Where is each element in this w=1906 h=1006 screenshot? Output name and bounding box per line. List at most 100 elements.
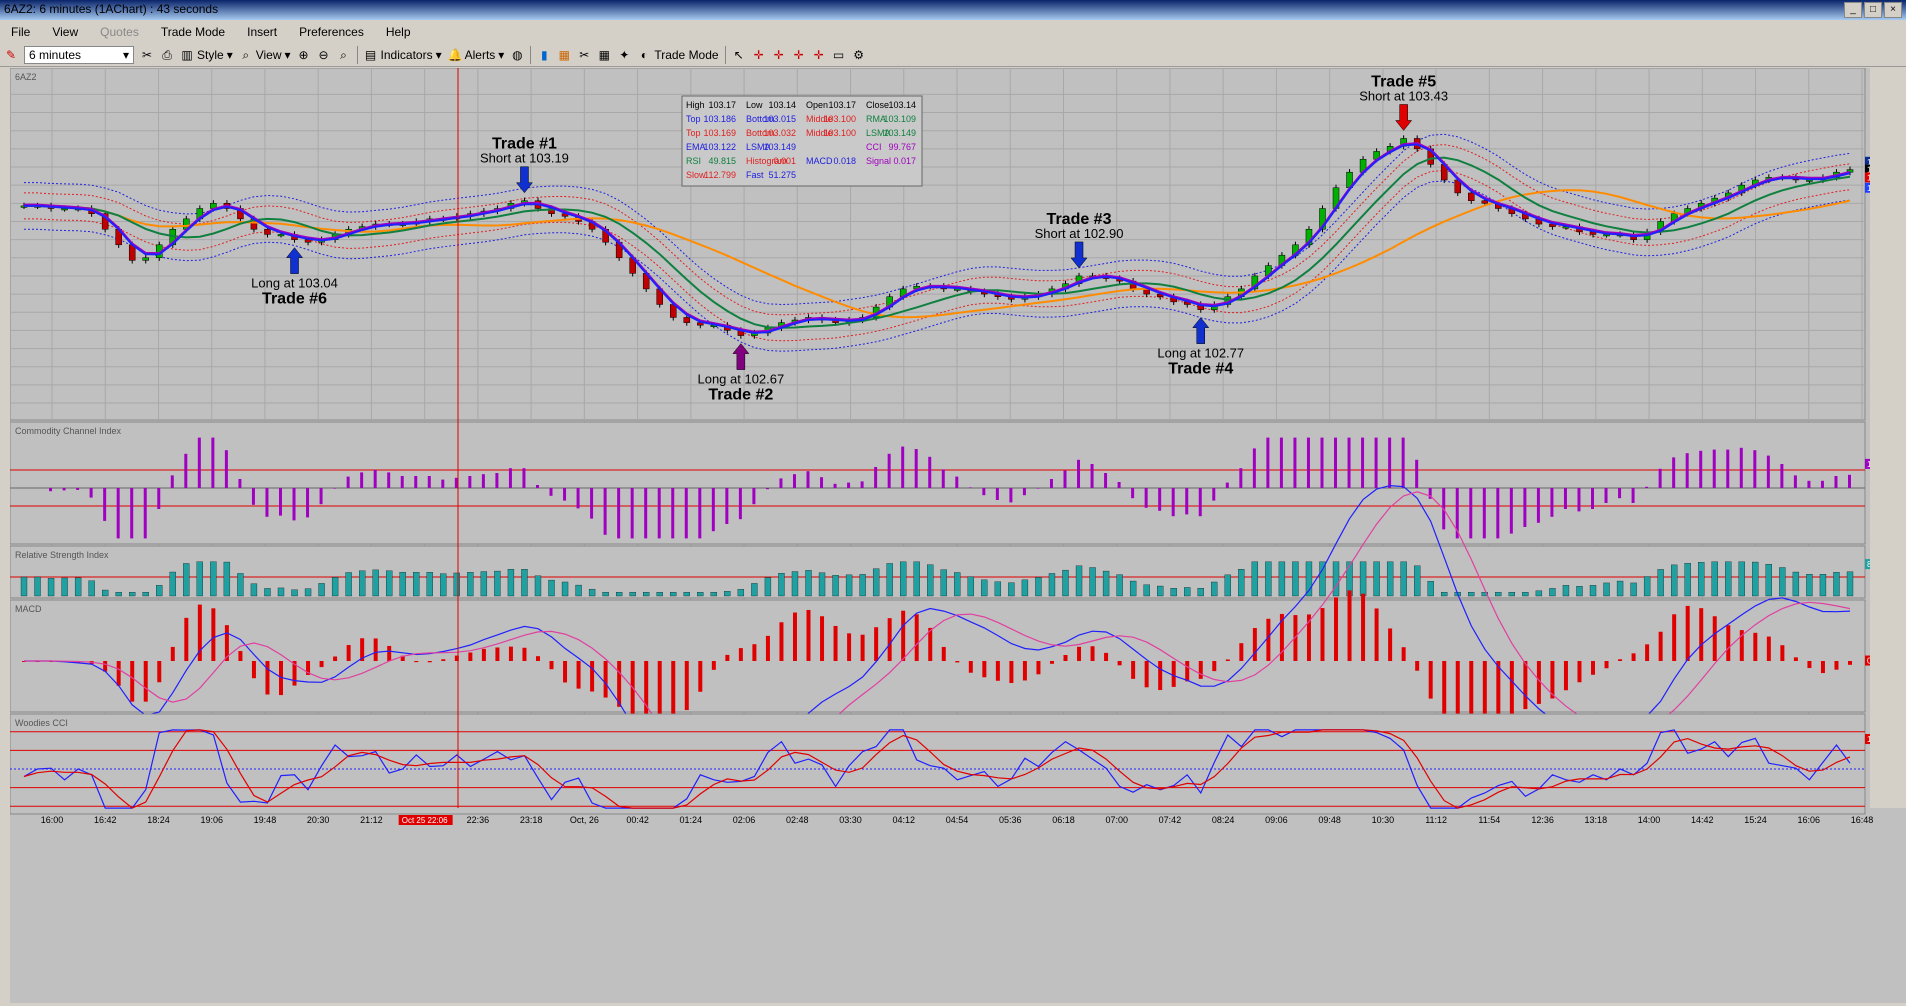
data-window-label: Top — [686, 128, 701, 138]
data-window-value: 103.17 — [828, 100, 856, 110]
right-scroll-strip[interactable] — [1870, 68, 1906, 808]
view-label: View — [255, 47, 282, 62]
rsi-bar — [115, 592, 122, 597]
magnifier-icon: ⌕ — [242, 47, 250, 62]
cci-bar — [49, 488, 53, 492]
rsi-bar — [47, 578, 55, 597]
globe-icon[interactable]: ◍ — [510, 48, 524, 62]
zoom-in-icon[interactable]: ⊕ — [297, 48, 311, 62]
data-window-value: 103.015 — [763, 114, 796, 124]
cci-bar — [143, 488, 147, 539]
style-button[interactable]: ▥ Style ▾ — [180, 47, 232, 62]
candle-body — [142, 257, 149, 261]
cci-bar — [1415, 459, 1419, 488]
minimize-icon[interactable]: _ — [1844, 2, 1862, 18]
indicators-button[interactable]: ▤ Indicators ▾ — [364, 48, 442, 62]
cci-bar — [481, 474, 485, 488]
time-tick-label: 16:06 — [1797, 815, 1820, 825]
cci-bar — [1239, 468, 1243, 488]
macd-histogram-bar — [806, 609, 811, 661]
style-label: Style — [197, 47, 224, 62]
maximize-icon[interactable]: □ — [1864, 2, 1882, 18]
data-window-value: 103.032 — [763, 128, 796, 138]
rsi-bar — [386, 570, 393, 597]
interval-select[interactable]: 6 minutes ▾ — [24, 45, 134, 64]
close-icon[interactable]: × — [1884, 2, 1902, 18]
settings-icon[interactable]: ⚙ — [852, 48, 866, 62]
macd-histogram-bar — [1807, 661, 1812, 669]
menu-trade-mode[interactable]: Trade Mode — [150, 25, 236, 39]
rsi-bar — [886, 563, 893, 597]
cci-bar — [1672, 457, 1676, 488]
cci-bar — [765, 488, 769, 490]
time-tick-label: 19:48 — [254, 815, 277, 825]
crosshair-icon[interactable]: ✛ — [812, 48, 826, 62]
data-window-label: High — [686, 100, 705, 110]
time-tick-label: 19:06 — [200, 815, 223, 825]
cci-bar — [1212, 488, 1216, 501]
trade-detail: Long at 103.04 — [251, 276, 338, 291]
rsi-bar — [210, 561, 217, 597]
menu-file[interactable]: File — [0, 25, 41, 39]
macd-histogram-bar — [874, 627, 879, 661]
cci-bar — [576, 488, 580, 509]
cci-bar — [887, 453, 891, 488]
menu-insert[interactable]: Insert — [236, 25, 288, 39]
crosshair-icon[interactable]: ✛ — [772, 48, 786, 62]
scissors-icon[interactable]: ✂ — [577, 48, 591, 62]
window-icon[interactable]: ▭ — [832, 48, 846, 62]
color-icon[interactable]: ▮ — [537, 48, 551, 62]
macd-histogram-bar — [1077, 646, 1082, 661]
cci-bar — [644, 488, 648, 539]
rsi-bar — [1048, 573, 1056, 597]
grid-icon[interactable]: ▦ — [597, 48, 611, 62]
zoom-out-icon[interactable]: ⊖ — [317, 48, 331, 62]
cci-bar — [535, 485, 539, 488]
woodies-title: Woodies CCI — [15, 718, 68, 728]
time-tick-label: 07:42 — [1159, 815, 1182, 825]
time-tick-label: 14:00 — [1638, 815, 1661, 825]
pin-icon[interactable]: ✎ — [4, 48, 18, 62]
data-window-value: 103.14 — [888, 100, 916, 110]
rsi-bar — [1589, 585, 1597, 597]
cci-bar — [508, 468, 512, 488]
alerts-button[interactable]: 🔔 Alerts ▾ — [448, 48, 505, 62]
data-window-value: 103.100 — [823, 128, 856, 138]
pointer-icon[interactable]: ↖ — [732, 48, 746, 62]
cci-bar — [211, 437, 215, 488]
rsi-bar — [1373, 561, 1380, 597]
view-button[interactable]: ⌕ View ▾ — [239, 47, 290, 62]
rsi-bar — [1102, 570, 1110, 597]
zoom-icon[interactable]: ⌕ — [337, 48, 351, 62]
rsi-bar — [1035, 577, 1042, 597]
macd-histogram-bar — [319, 661, 324, 668]
cci-bar — [1482, 488, 1486, 539]
time-tick-label: 06:18 — [1052, 815, 1075, 825]
rsi-bar — [967, 576, 974, 597]
crosshair-icon[interactable]: ✛ — [792, 48, 806, 62]
cci-bar — [170, 475, 174, 488]
rsi-bar — [1143, 584, 1150, 597]
menu-quotes[interactable]: Quotes — [89, 25, 150, 39]
rsi-bar — [129, 592, 136, 597]
rsi-bar — [940, 569, 947, 597]
cci-bar — [563, 488, 567, 501]
wand-icon[interactable]: ✦ — [617, 48, 631, 62]
rsi-bar — [615, 592, 623, 597]
trade-mode-button[interactable]: ◐ Trade Mode — [637, 48, 719, 62]
print-icon[interactable]: ⎙ — [160, 48, 174, 62]
crosshair-icon[interactable]: ✛ — [752, 48, 766, 62]
cci-bar — [278, 488, 282, 516]
cci-bar — [1036, 488, 1040, 489]
rsi-bar — [1603, 582, 1610, 597]
palette-icon[interactable]: ▦ — [557, 48, 571, 62]
cci-bar — [874, 467, 878, 488]
rsi-bar — [372, 569, 379, 597]
menu-view[interactable]: View — [41, 25, 89, 39]
rsi-bar — [1725, 561, 1732, 597]
cut-icon[interactable]: ✂ — [140, 48, 154, 62]
rsi-bar — [1414, 565, 1421, 597]
menu-preferences[interactable]: Preferences — [288, 25, 375, 39]
menu-help[interactable]: Help — [375, 25, 422, 39]
data-window-label: Signal — [866, 156, 891, 166]
